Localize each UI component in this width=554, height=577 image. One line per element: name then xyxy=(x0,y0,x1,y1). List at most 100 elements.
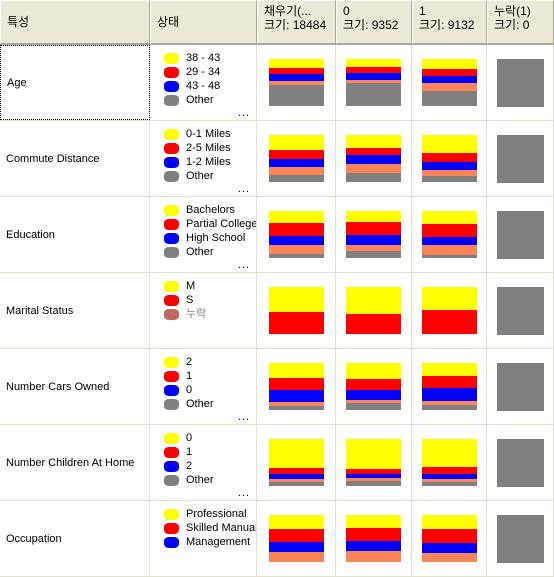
column-header-population[interactable]: 채우기(... 크기: 18484 xyxy=(257,0,336,44)
bar-segment xyxy=(496,286,544,335)
legend-swatch-icon xyxy=(164,536,179,548)
legend-item: 43 - 48 xyxy=(164,79,256,93)
legend-item: 0 xyxy=(164,383,256,397)
column-header-state[interactable]: 상태 xyxy=(150,0,257,44)
state-legend-cell[interactable]: 0 1 2 Other... xyxy=(150,425,257,500)
distribution-bar-cell[interactable] xyxy=(336,197,412,272)
bar-segment xyxy=(421,286,477,310)
attribute-label: Age xyxy=(7,76,27,89)
distribution-bar-cell[interactable] xyxy=(336,501,412,576)
bar-segment xyxy=(421,543,477,553)
stacked-bar xyxy=(346,210,401,259)
legend-more-ellipsis[interactable]: ... xyxy=(238,259,250,271)
distribution-bar-cell[interactable] xyxy=(412,501,487,576)
state-legend-cell[interactable]: 38 - 43 29 - 34 43 - 48 Other... xyxy=(150,45,257,120)
legend-more-ellipsis[interactable]: ... xyxy=(238,487,250,499)
table-row[interactable]: Education Bachelors Partial College High Sc… xyxy=(0,197,554,273)
distribution-bar-cell[interactable] xyxy=(257,349,336,424)
legend-label: Other xyxy=(186,397,214,410)
attribute-name-cell[interactable]: Marital Status xyxy=(0,273,150,348)
stacked-bar xyxy=(421,362,477,411)
bar-segment xyxy=(421,69,477,76)
column-header-missing[interactable]: 누락(1) 크기: 0 xyxy=(487,0,554,44)
attribute-name-cell[interactable]: Age xyxy=(0,45,150,120)
bar-segment xyxy=(346,164,401,174)
legend-more-ellipsis[interactable]: ... xyxy=(238,183,250,195)
distribution-bar-cell[interactable] xyxy=(412,425,487,500)
stacked-bar xyxy=(346,362,401,411)
state-legend-cell[interactable]: Bachelors Partial College High School Other… xyxy=(150,197,257,272)
distribution-bar-cell[interactable] xyxy=(487,197,554,272)
legend-swatch-icon xyxy=(164,204,179,216)
distribution-bar-cell[interactable] xyxy=(336,425,412,500)
distribution-bar-cell[interactable] xyxy=(487,425,554,500)
attribute-name-cell[interactable]: Education xyxy=(0,197,150,272)
distribution-bar-cell[interactable] xyxy=(487,501,554,576)
legend-swatch-icon xyxy=(164,232,179,244)
column-header-value0[interactable]: 0 크기: 9352 xyxy=(336,0,412,44)
column-header-value1[interactable]: 1 크기: 9132 xyxy=(412,0,487,44)
distribution-bar-cell[interactable] xyxy=(257,197,336,272)
legend-more-ellipsis[interactable]: ... xyxy=(238,411,250,423)
distribution-bar-cell[interactable] xyxy=(336,273,412,348)
table-row[interactable]: Age 38 - 43 29 - 34 43 - 48 Other... xyxy=(0,45,554,121)
table-row[interactable]: Commute Distance 0-1 Miles 2-5 Miles 1-2 Mi… xyxy=(0,121,554,197)
legend-more-ellipsis[interactable]: ... xyxy=(238,107,250,119)
distribution-bar-cell[interactable] xyxy=(257,121,336,196)
distribution-bar-cell[interactable] xyxy=(257,425,336,500)
distribution-bar-cell[interactable] xyxy=(257,45,336,120)
state-legend-cell[interactable]: Professional Skilled Manual Management xyxy=(150,501,257,576)
bar-segment xyxy=(421,481,477,487)
state-legend-cell[interactable]: 0-1 Miles 2-5 Miles 1-2 Miles Other... xyxy=(150,121,257,196)
distribution-bar-cell[interactable] xyxy=(412,121,487,196)
distribution-bar-cell[interactable] xyxy=(412,273,487,348)
distribution-bar-cell[interactable] xyxy=(336,349,412,424)
distribution-bar-cell[interactable] xyxy=(487,121,554,196)
stacked-bar xyxy=(421,58,477,107)
table-row[interactable]: Marital Status M S 누락 xyxy=(0,273,554,349)
legend-item: M xyxy=(164,279,256,293)
distribution-bar-cell[interactable] xyxy=(487,273,554,348)
state-legend-cell[interactable]: M S 누락 xyxy=(150,273,257,348)
distribution-bar-cell[interactable] xyxy=(412,197,487,272)
distribution-bar-cell[interactable] xyxy=(487,349,554,424)
legend-item: 1-2 Miles xyxy=(164,155,256,169)
legend-label: 1 xyxy=(186,369,193,382)
legend-item: 0-1 Miles xyxy=(164,127,256,141)
distribution-bar-cell[interactable] xyxy=(336,45,412,120)
legend-list: 0-1 Miles 2-5 Miles 1-2 Miles Other xyxy=(164,127,256,183)
bar-segment xyxy=(346,210,401,223)
legend-item: 38 - 43 xyxy=(164,51,256,65)
attribute-name-cell[interactable]: Occupation xyxy=(0,501,150,576)
legend-swatch-icon xyxy=(164,474,179,486)
table-row[interactable]: Occupation Professional Skilled Manual Mana… xyxy=(0,501,554,577)
legend-swatch-icon xyxy=(164,156,179,168)
legend-swatch-icon xyxy=(164,370,179,382)
bar-segment xyxy=(268,378,324,391)
bar-segment xyxy=(268,286,324,313)
missing-bar xyxy=(496,514,544,563)
state-legend-cell[interactable]: 2 1 0 Other... xyxy=(150,349,257,424)
column-header-attribute[interactable]: 특성 xyxy=(0,0,150,44)
legend-item: Other xyxy=(164,245,256,259)
attribute-name-cell[interactable]: Number Children At Home xyxy=(0,425,150,500)
bar-segment xyxy=(421,388,477,402)
distribution-bar-cell[interactable] xyxy=(336,121,412,196)
table-row[interactable]: Number Cars Owned 2 1 0 Other... xyxy=(0,349,554,425)
distribution-bar-cell[interactable] xyxy=(412,349,487,424)
attribute-name-cell[interactable]: Number Cars Owned xyxy=(0,349,150,424)
bar-segment xyxy=(346,527,401,542)
distribution-bar-cell[interactable] xyxy=(487,45,554,120)
bar-segment xyxy=(421,309,477,335)
bar-segment xyxy=(268,166,324,175)
legend-swatch-icon xyxy=(164,52,179,64)
legend-swatch-icon xyxy=(164,218,179,230)
legend-label: Management xyxy=(186,535,251,548)
bar-segment xyxy=(268,67,324,75)
legend-item: 2 xyxy=(164,459,256,473)
distribution-bar-cell[interactable] xyxy=(257,501,336,576)
attribute-name-cell[interactable]: Commute Distance xyxy=(0,121,150,196)
table-row[interactable]: Number Children At Home 0 1 2 Other... xyxy=(0,425,554,501)
distribution-bar-cell[interactable] xyxy=(257,273,336,348)
distribution-bar-cell[interactable] xyxy=(412,45,487,120)
